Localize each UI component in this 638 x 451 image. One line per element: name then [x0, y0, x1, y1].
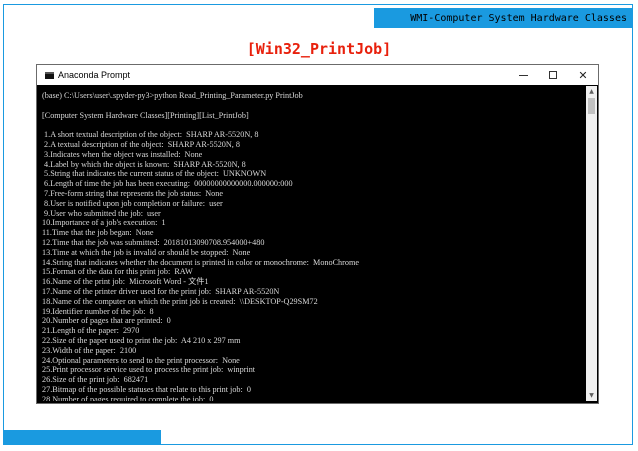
console-line: 21.Length of the paper: 2970	[42, 326, 140, 336]
close-icon: ✕	[578, 68, 588, 82]
terminal-icon	[45, 71, 54, 79]
console-line: 26.Size of the print job: 682471	[42, 375, 149, 385]
window-titlebar[interactable]: Anaconda Prompt ✕	[37, 65, 598, 85]
minimize-button[interactable]	[508, 65, 538, 85]
console-line: 25.Print processor service used to proce…	[42, 365, 256, 375]
scroll-down-icon[interactable]: ▼	[586, 390, 597, 401]
console-line: 28.Number of pages required to complete …	[42, 394, 214, 401]
console-line: 12.Time that the job was submitted: 2018…	[42, 237, 265, 247]
maximize-button[interactable]	[538, 65, 568, 85]
scroll-up-icon[interactable]: ▲	[586, 86, 597, 97]
window-title: Anaconda Prompt	[58, 70, 131, 80]
header-label: WMI-Computer System Hardware Classes	[410, 12, 627, 24]
console-line: 9.User who submitted the job: user	[42, 208, 161, 218]
console-window: Anaconda Prompt ✕ (base) C:\Users\user\.…	[36, 64, 599, 404]
close-button[interactable]: ✕	[568, 65, 598, 85]
console-line: 22.Size of the paper used to print the j…	[42, 335, 241, 345]
vertical-scrollbar[interactable]: ▲ ▼	[586, 86, 597, 401]
console-line: 23.Width of the paper: 2100	[42, 345, 137, 355]
console-line: 10.Importance of a job's execution: 1	[42, 218, 166, 228]
console-line: 11.Time that the job began: None	[42, 228, 154, 238]
slide-title: [Win32_PrintJob]	[246, 40, 392, 58]
console-line: 7.Free-form string that represents the j…	[42, 188, 223, 198]
console-line: 24.Optional parameters to send to the pr…	[42, 355, 240, 365]
console-line: (base) C:\Users\user\.spyder-py3>python …	[42, 91, 303, 100]
console-line: 19.Identifier number of the job: 8	[42, 306, 154, 316]
console-line: 17.Name of the printer driver used for t…	[42, 286, 280, 296]
scrollbar-thumb[interactable]	[588, 98, 595, 114]
footer-accent-bar	[3, 430, 161, 445]
console-line: 5.String that indicates the current stat…	[42, 169, 267, 179]
console-output[interactable]: (base) C:\Users\user\.spyder-py3>python …	[39, 86, 585, 401]
console-line: 14.String that indicates whether the doc…	[42, 257, 359, 267]
console-line: 18.Name of the computer on which the pri…	[42, 296, 318, 306]
console-line: 15.Format of the data for this print job…	[42, 267, 193, 277]
console-line: 4.Label by which the object is known: SH…	[42, 159, 246, 169]
console-line: 27.Bitmap of the possible statuses that …	[42, 384, 251, 394]
minimize-icon	[518, 74, 528, 76]
console-line: 20.Number of pages that are printed: 0	[42, 316, 171, 326]
maximize-icon	[549, 71, 557, 79]
header-banner: WMI-Computer System Hardware Classes	[374, 8, 633, 28]
console-line: 16.Name of the print job: Microsoft Word…	[42, 277, 209, 287]
console-line: 6.Length of time the job has been execut…	[42, 179, 293, 189]
console-line: 13.Time at which the job is invalid or s…	[42, 247, 251, 257]
console-line: 3.Indicates when the object was installe…	[42, 149, 203, 159]
console-line: 2.A textual description of the object: S…	[42, 139, 240, 149]
console-line: [Computer System Hardware Classes][Print…	[42, 110, 249, 120]
console-line: 1.A short textual description of the obj…	[42, 130, 259, 140]
console-line: 8.User is notified upon job completion o…	[42, 198, 223, 208]
